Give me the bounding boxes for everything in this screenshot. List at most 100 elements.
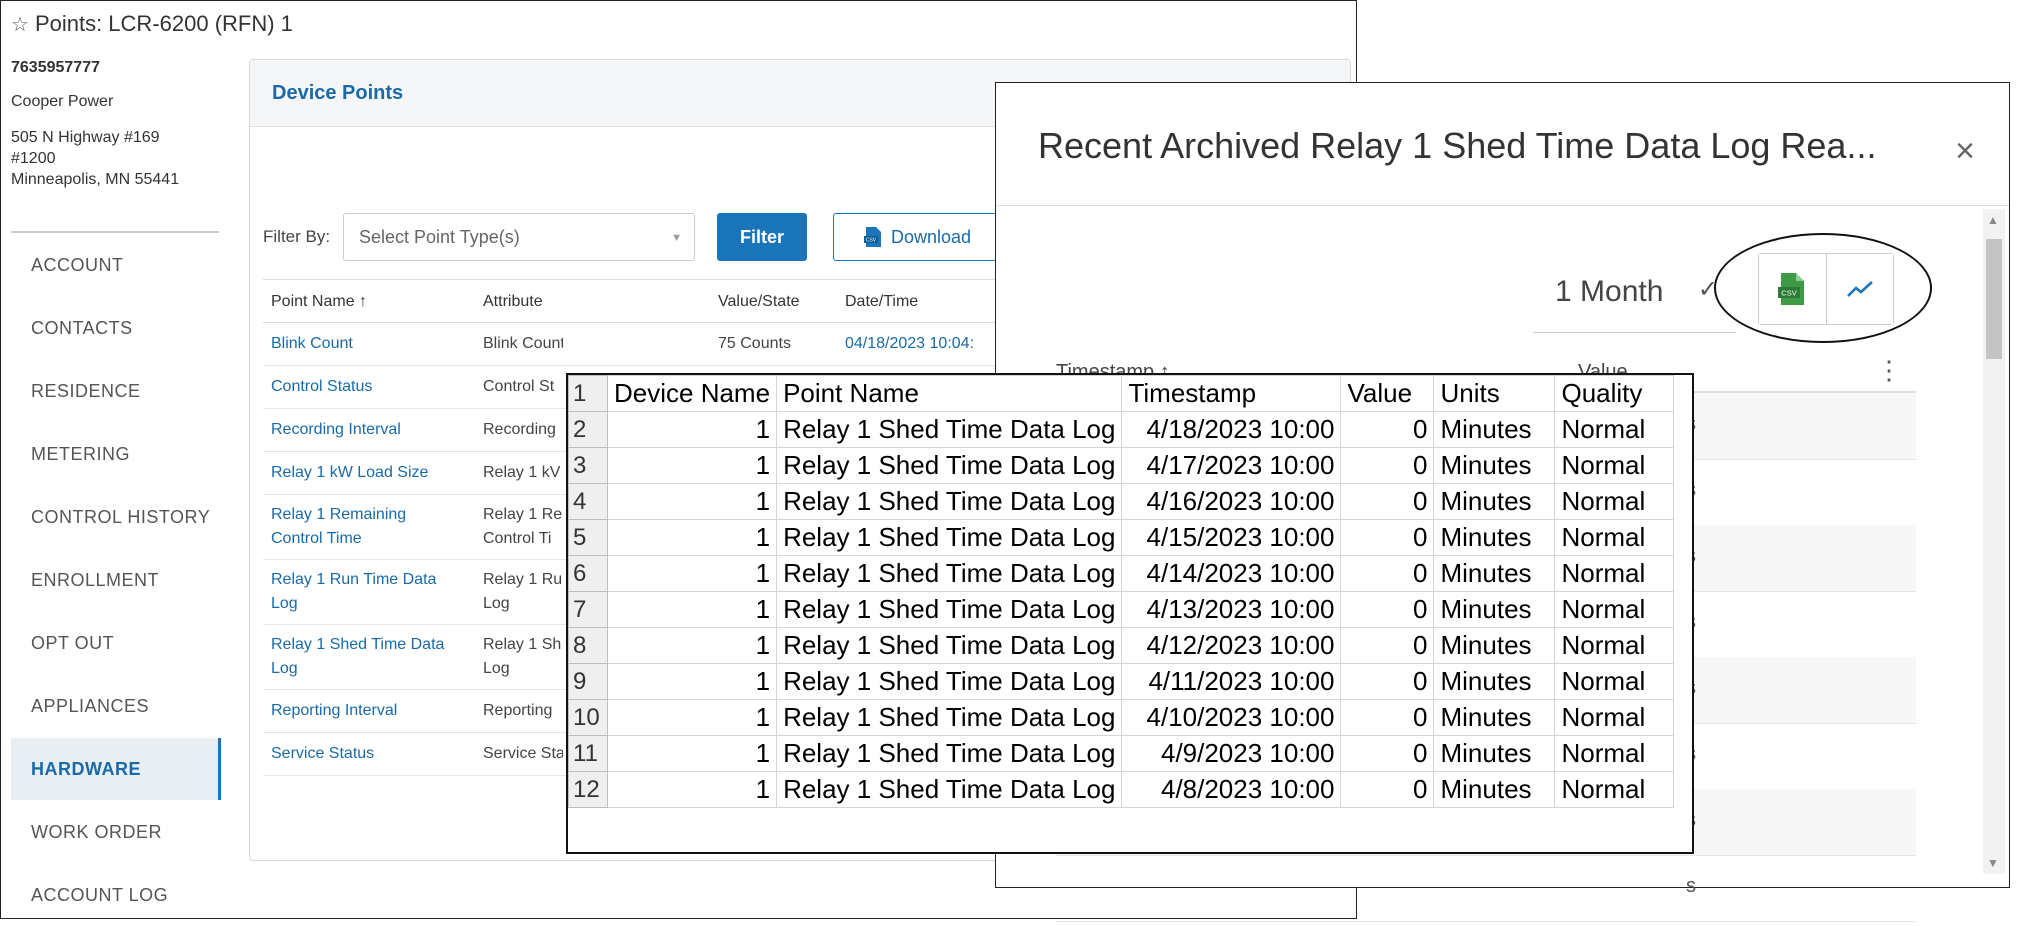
spreadsheet-cell[interactable]: 0 [1340,519,1435,556]
spreadsheet-cell[interactable]: 1 [606,591,778,628]
spreadsheet-cell[interactable]: 0 [1340,483,1435,520]
spreadsheet-cell[interactable]: 4/14/2023 10:00 [1121,555,1342,592]
spreadsheet-cell[interactable]: Relay 1 Shed Time Data Log [776,699,1123,736]
spreadsheet-cell[interactable]: Normal [1554,483,1675,520]
spreadsheet-cell[interactable]: Normal [1554,771,1675,808]
spreadsheet-cell[interactable]: 0 [1340,735,1435,772]
point-type-select[interactable]: Select Point Type(s) ▼ [343,213,695,261]
spreadsheet-cell[interactable]: Relay 1 Shed Time Data Log [776,555,1123,592]
spreadsheet-cell[interactable]: 0 [1340,411,1435,448]
spreadsheet-cell[interactable]: Normal [1554,627,1675,664]
spreadsheet-cell[interactable]: Normal [1554,555,1675,592]
spreadsheet-cell[interactable]: Minutes [1433,555,1556,592]
spreadsheet-cell[interactable]: 1 [606,699,778,736]
spreadsheet-cell[interactable]: Relay 1 Shed Time Data Log [776,771,1123,808]
spreadsheet-cell[interactable]: Relay 1 Shed Time Data Log [776,735,1123,772]
scroll-down-icon[interactable]: ▼ [1987,856,1999,870]
sidebar-item-hardware[interactable]: HARDWARE [11,738,221,800]
col-date-time[interactable]: Date/Time [845,293,918,311]
spreadsheet-cell[interactable]: 0 [1340,591,1435,628]
spreadsheet-cell[interactable]: Minutes [1433,699,1556,736]
spreadsheet-cell[interactable]: 1 [606,411,778,448]
spreadsheet-cell[interactable]: 1 [606,447,778,484]
sidebar-item-account[interactable]: ACCOUNT [11,234,221,296]
spreadsheet-cell[interactable]: Normal [1554,591,1675,628]
spreadsheet-cell[interactable]: Minutes [1433,483,1556,520]
spreadsheet-header-cell[interactable]: Point Name [776,375,1123,412]
spreadsheet-header-cell[interactable]: Quality [1554,375,1675,412]
spreadsheet-cell[interactable]: 1 [606,627,778,664]
col-value-state[interactable]: Value/State [718,293,800,311]
spreadsheet-cell[interactable]: Normal [1554,699,1675,736]
spreadsheet-cell[interactable]: Minutes [1433,519,1556,556]
spreadsheet-cell[interactable]: 0 [1340,447,1435,484]
spreadsheet-cell[interactable]: 4/18/2023 10:00 [1121,411,1342,448]
spreadsheet-cell[interactable]: 1 [606,519,778,556]
filter-button[interactable]: Filter [717,213,807,261]
sidebar-item-enrollment[interactable]: ENROLLMENT [11,549,221,611]
star-icon[interactable]: ☆ [11,14,29,36]
point-name-link[interactable]: Relay 1 Shed Time Data Log [271,633,444,681]
scroll-thumb[interactable] [1986,239,2002,359]
spreadsheet-cell[interactable]: 4/10/2023 10:00 [1121,699,1342,736]
sidebar-item-opt-out[interactable]: OPT OUT [11,612,221,674]
spreadsheet-cell[interactable]: 1 [606,735,778,772]
download-button[interactable]: CSV Download [833,213,1001,261]
spreadsheet-cell[interactable]: Minutes [1433,411,1556,448]
spreadsheet-cell[interactable]: Minutes [1433,591,1556,628]
spreadsheet-cell[interactable]: 0 [1340,699,1435,736]
kebab-menu-icon[interactable]: ⋮ [1876,355,1902,386]
spreadsheet-cell[interactable]: 4/9/2023 10:00 [1121,735,1342,772]
spreadsheet-cell[interactable]: Relay 1 Shed Time Data Log [776,591,1123,628]
spreadsheet-cell[interactable]: Minutes [1433,663,1556,700]
spreadsheet-cell[interactable]: Minutes [1433,627,1556,664]
sidebar-item-control-history[interactable]: CONTROL HISTORY [11,486,221,548]
spreadsheet-cell[interactable]: 4/12/2023 10:00 [1121,627,1342,664]
sidebar-item-contacts[interactable]: CONTACTS [11,297,221,359]
spreadsheet-cell[interactable]: 0 [1340,771,1435,808]
spreadsheet-cell[interactable]: 4/13/2023 10:00 [1121,591,1342,628]
col-point-name[interactable]: Point Name ↑ [271,293,367,311]
date-time-link[interactable]: 04/18/2023 10:04: [845,332,974,356]
point-name-link[interactable]: Relay 1 kW Load Size [271,461,428,485]
sidebar-item-work-order[interactable]: WORK ORDER [11,801,221,863]
point-name-link[interactable]: Control Status [271,375,372,399]
spreadsheet-cell[interactable]: 1 [606,555,778,592]
period-select[interactable]: 1 Month ✓ [1533,251,1736,333]
spreadsheet-cell[interactable]: Relay 1 Shed Time Data Log [776,483,1123,520]
spreadsheet-cell[interactable]: Normal [1554,663,1675,700]
spreadsheet-cell[interactable]: Minutes [1433,447,1556,484]
spreadsheet-cell[interactable]: 0 [1340,555,1435,592]
spreadsheet-header-cell[interactable]: Device Name [606,375,778,412]
spreadsheet-cell[interactable]: Minutes [1433,771,1556,808]
spreadsheet-cell[interactable]: Normal [1554,447,1675,484]
spreadsheet-cell[interactable]: Relay 1 Shed Time Data Log [776,411,1123,448]
spreadsheet-cell[interactable]: 4/15/2023 10:00 [1121,519,1342,556]
spreadsheet-cell[interactable]: Normal [1554,519,1675,556]
sidebar-item-account-log[interactable]: ACCOUNT LOG [11,864,221,926]
spreadsheet-cell[interactable]: Minutes [1433,735,1556,772]
spreadsheet-cell[interactable]: Normal [1554,735,1675,772]
spreadsheet-cell[interactable]: Relay 1 Shed Time Data Log [776,663,1123,700]
col-attribute[interactable]: Attribute [483,293,543,311]
spreadsheet-cell[interactable]: 1 [606,483,778,520]
point-name-link[interactable]: Recording Interval [271,418,401,442]
spreadsheet-cell[interactable]: 4/16/2023 10:00 [1121,483,1342,520]
spreadsheet-cell[interactable]: 4/17/2023 10:00 [1121,447,1342,484]
modal-scrollbar[interactable]: ▲ ▼ [1983,209,2005,874]
spreadsheet-cell[interactable]: 0 [1340,663,1435,700]
spreadsheet-cell[interactable]: 1 [606,771,778,808]
point-name-link[interactable]: Relay 1 Run Time Data Log [271,568,436,616]
point-name-link[interactable]: Reporting Interval [271,699,397,723]
scroll-up-icon[interactable]: ▲ [1987,213,1999,227]
sidebar-item-appliances[interactable]: APPLIANCES [11,675,221,737]
close-button[interactable]: × [1949,131,1981,172]
spreadsheet-cell[interactable]: Relay 1 Shed Time Data Log [776,447,1123,484]
spreadsheet-header-cell[interactable]: Units [1433,375,1556,412]
spreadsheet-cell[interactable]: Relay 1 Shed Time Data Log [776,627,1123,664]
spreadsheet-cell[interactable]: 1 [606,663,778,700]
point-name-link[interactable]: Service Status [271,742,374,766]
spreadsheet-cell[interactable]: Relay 1 Shed Time Data Log [776,519,1123,556]
spreadsheet-header-cell[interactable]: Value [1340,375,1435,412]
spreadsheet-cell[interactable]: 4/8/2023 10:00 [1121,771,1342,808]
